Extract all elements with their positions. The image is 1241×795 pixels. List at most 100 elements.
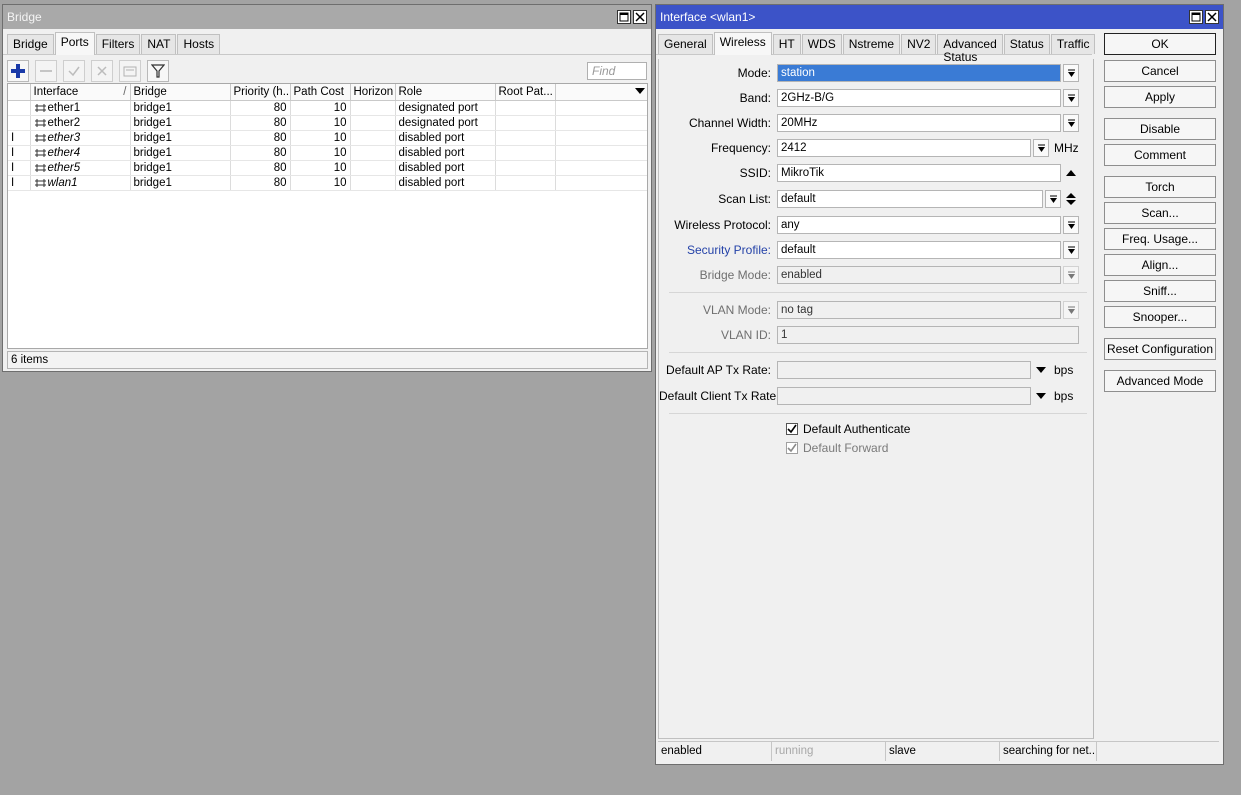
- channel-width-row: Channel Width: 20MHz: [659, 114, 1095, 132]
- scan-list-updown-button[interactable]: [1063, 190, 1079, 208]
- freq-usage-button[interactable]: Freq. Usage...: [1104, 228, 1216, 250]
- close-icon[interactable]: [633, 10, 647, 24]
- default-ap-tx-rate-dropdown[interactable]: [1033, 361, 1049, 379]
- comment-button[interactable]: [119, 60, 141, 82]
- default-client-tx-rate-dropdown[interactable]: [1033, 387, 1049, 405]
- tab-status[interactable]: Status: [1003, 34, 1050, 54]
- scan-button[interactable]: Scan...: [1104, 202, 1216, 224]
- tab-traffic[interactable]: Traffic: [1050, 34, 1096, 54]
- ssid-input[interactable]: MikroTik: [777, 164, 1061, 182]
- cancel-button[interactable]: Cancel: [1104, 60, 1216, 82]
- wireless-protocol-dropdown-button[interactable]: [1063, 216, 1079, 234]
- table-row[interactable]: Iether4 bridge1 80 10 disabled port: [8, 145, 647, 161]
- find-input[interactable]: Find: [587, 62, 647, 80]
- tab-bridge[interactable]: Bridge: [7, 34, 54, 54]
- band-dropdown-button[interactable]: [1063, 89, 1079, 107]
- wireless-protocol-row: Wireless Protocol: any: [659, 216, 1095, 234]
- reset-configuration-button[interactable]: Reset Configuration: [1104, 338, 1216, 360]
- plus-icon: [11, 64, 25, 78]
- security-profile-dropdown-button[interactable]: [1063, 241, 1079, 259]
- apply-button[interactable]: Apply: [1104, 86, 1216, 108]
- row-flag: I: [8, 145, 31, 161]
- bridge-titlebar[interactable]: Bridge: [3, 5, 651, 29]
- vlan-mode-row: VLAN Mode: no tag: [659, 301, 1095, 319]
- updown-icon: [1066, 193, 1076, 205]
- maximize-icon[interactable]: [617, 10, 631, 24]
- role-cell: disabled port: [395, 175, 496, 191]
- tab-hosts[interactable]: Hosts: [177, 34, 221, 54]
- frequency-select[interactable]: 2412: [777, 139, 1031, 157]
- col-role[interactable]: Role: [395, 84, 496, 101]
- col-interface[interactable]: Interface /: [30, 84, 131, 101]
- wireless-protocol-label: Wireless Protocol:: [674, 218, 771, 232]
- col-bridge[interactable]: Bridge: [130, 84, 231, 101]
- default-ap-tx-rate-input[interactable]: [777, 361, 1031, 379]
- row-flag: I: [8, 130, 31, 146]
- interface-titlebar[interactable]: Interface <wlan1>: [656, 5, 1223, 29]
- sniff-button[interactable]: Sniff...: [1104, 280, 1216, 302]
- tab-nat[interactable]: NAT: [141, 34, 177, 54]
- tab-nstreme[interactable]: Nstreme: [842, 34, 901, 54]
- snooper-button[interactable]: Snooper...: [1104, 306, 1216, 328]
- frequency-dropdown-button[interactable]: [1033, 139, 1049, 157]
- channel-width-dropdown-button[interactable]: [1063, 114, 1079, 132]
- vlan-mode-dropdown-button: [1063, 301, 1079, 319]
- default-authenticate-checkbox[interactable]: [786, 423, 798, 435]
- maximize-icon[interactable]: [1189, 10, 1203, 24]
- scan-list-select[interactable]: default: [777, 190, 1043, 208]
- table-row[interactable]: Iether3 bridge1 80 10 disabled port: [8, 130, 647, 146]
- ok-button[interactable]: OK: [1104, 33, 1216, 55]
- status-slave: slave: [886, 742, 1000, 761]
- role-cell: disabled port: [395, 160, 496, 176]
- default-client-tx-rate-input[interactable]: [777, 387, 1031, 405]
- column-menu-button[interactable]: [555, 84, 647, 101]
- scan-list-dropdown-button[interactable]: [1045, 190, 1061, 208]
- band-select[interactable]: 2GHz-B/G: [777, 89, 1061, 107]
- chevron-down-icon: [1067, 306, 1075, 314]
- security-profile-link[interactable]: Security Profile:: [659, 243, 777, 257]
- filter-button[interactable]: [147, 60, 169, 82]
- tab-advanced-status[interactable]: Advanced Status: [937, 34, 1003, 64]
- tab-wds[interactable]: WDS: [801, 34, 842, 54]
- disable-button[interactable]: Disable: [1104, 118, 1216, 140]
- torch-button[interactable]: Torch: [1104, 176, 1216, 198]
- advanced-mode-button[interactable]: Advanced Mode: [1104, 370, 1216, 392]
- enable-button[interactable]: [63, 60, 85, 82]
- col-horizon[interactable]: Horizon: [350, 84, 396, 101]
- tab-ht[interactable]: HT: [772, 34, 801, 54]
- remove-button[interactable]: [35, 60, 57, 82]
- tab-ports[interactable]: Ports: [54, 32, 95, 55]
- close-icon[interactable]: [1205, 10, 1219, 24]
- table-row[interactable]: Iether5 bridge1 80 10 disabled port: [8, 160, 647, 176]
- col-flag[interactable]: [8, 84, 31, 101]
- security-profile-select[interactable]: default: [777, 241, 1061, 259]
- channel-width-select[interactable]: 20MHz: [777, 114, 1061, 132]
- col-path-cost[interactable]: Path Cost: [290, 84, 351, 101]
- add-button[interactable]: [7, 60, 29, 82]
- item-count: 6 items: [11, 354, 49, 366]
- filler-cell: [555, 130, 647, 146]
- table-row[interactable]: ether1 bridge1 80 10 designated port: [8, 100, 647, 116]
- tab-nv2[interactable]: NV2: [901, 34, 937, 54]
- mode-select[interactable]: station: [777, 64, 1061, 82]
- tab-filters[interactable]: Filters: [95, 34, 141, 54]
- vlan-id-label: VLAN ID:: [720, 328, 771, 342]
- interface-status-bar: enabled running slave searching for net.…: [658, 741, 1219, 761]
- wireless-protocol-select[interactable]: any: [777, 216, 1061, 234]
- tab-wireless[interactable]: Wireless: [713, 32, 772, 55]
- table-row[interactable]: ether2 bridge1 80 10 designated port: [8, 115, 647, 131]
- disable-button[interactable]: [91, 60, 113, 82]
- col-root-path[interactable]: Root Pat...: [495, 84, 556, 101]
- bridge-cell: bridge1: [130, 145, 231, 161]
- align-button[interactable]: Align...: [1104, 254, 1216, 276]
- table-row[interactable]: Iwlan1 bridge1 80 10 disabled port: [8, 175, 647, 191]
- comment-button[interactable]: Comment: [1104, 144, 1216, 166]
- ssid-collapse-button[interactable]: [1063, 164, 1079, 182]
- ports-table: Interface / Bridge Priority (h... Path Co…: [7, 83, 648, 349]
- row-flag: [8, 115, 31, 131]
- tab-general[interactable]: General: [658, 34, 713, 54]
- col-priority[interactable]: Priority (h...: [230, 84, 291, 101]
- mode-label: Mode:: [737, 66, 771, 80]
- mode-dropdown-button[interactable]: [1063, 64, 1079, 82]
- interface-cell: ether1: [30, 100, 131, 116]
